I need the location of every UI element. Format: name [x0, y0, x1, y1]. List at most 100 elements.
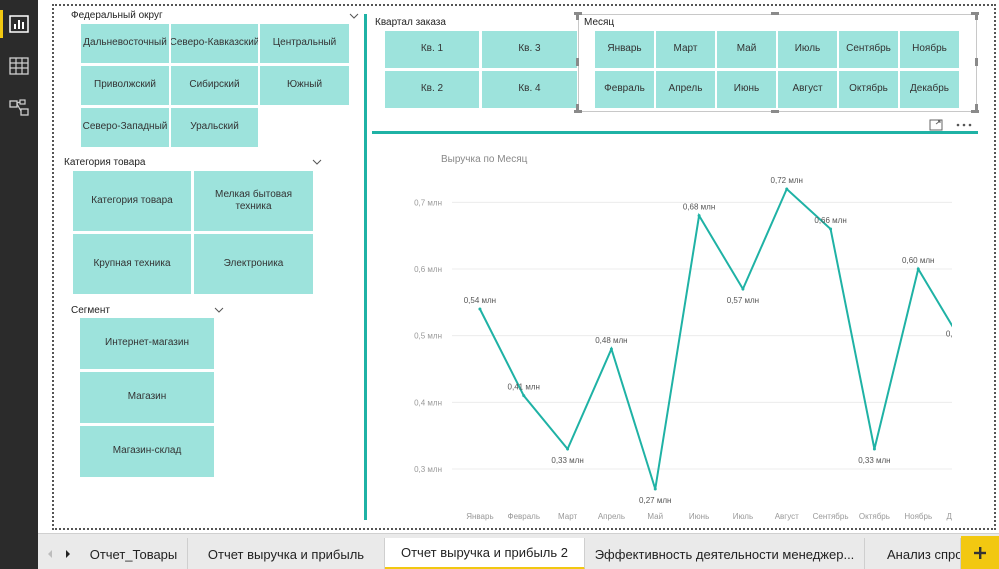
- month-tile[interactable]: Февраль: [595, 71, 654, 108]
- add-page-button[interactable]: [961, 536, 999, 569]
- category-tile[interactable]: Электроника: [194, 234, 313, 294]
- data-point: [566, 447, 570, 451]
- chevron-down-icon[interactable]: [312, 157, 322, 167]
- data-point: [785, 187, 789, 191]
- page-tab-active[interactable]: Отчет выручка и прибыль 2: [385, 538, 585, 569]
- month-tile[interactable]: Июль: [778, 31, 837, 68]
- y-tick-label: 0,5 млн: [414, 332, 442, 341]
- data-view-button[interactable]: [5, 52, 33, 80]
- chevron-down-icon[interactable]: [214, 305, 224, 315]
- y-tick-label: 0,6 млн: [414, 265, 442, 274]
- district-tile[interactable]: Сибирский: [171, 66, 258, 105]
- page-tab[interactable]: Эффективность деятельности менеджер...: [585, 538, 865, 569]
- month-tile[interactable]: Декабрь: [900, 71, 959, 108]
- resize-handle[interactable]: [576, 58, 579, 66]
- resize-handle[interactable]: [975, 58, 978, 66]
- x-tick-label: Сентябрь: [813, 512, 849, 521]
- x-tick-label: Декабрь: [946, 512, 952, 521]
- data-label: 0,48 млн: [595, 336, 627, 345]
- quarter-tile[interactable]: Кв. 3: [482, 31, 577, 68]
- resize-handle[interactable]: [975, 12, 978, 20]
- category-slicer-title: Категория товара: [64, 157, 146, 168]
- category-tile[interactable]: Крупная техника: [73, 234, 191, 294]
- x-tick-label: Февраль: [507, 512, 540, 521]
- district-tile[interactable]: Северо-Западный: [81, 108, 169, 147]
- prev-page-button[interactable]: [40, 538, 60, 569]
- quarter-tile[interactable]: Кв. 4: [482, 71, 577, 108]
- segment-tile[interactable]: Интернет-магазин: [80, 318, 214, 369]
- focus-mode-icon[interactable]: [929, 119, 943, 131]
- resize-handle[interactable]: [771, 12, 779, 15]
- data-point: [653, 487, 657, 491]
- data-label: 0,41 млн: [508, 383, 540, 392]
- month-tile[interactable]: Август: [778, 71, 837, 108]
- data-label: 0,57 млн: [727, 296, 759, 305]
- month-tile[interactable]: Май: [717, 31, 776, 68]
- month-tile[interactable]: Апрель: [656, 71, 715, 108]
- district-tile[interactable]: Приволжский: [81, 66, 169, 105]
- data-point: [522, 394, 526, 398]
- segment-slicer-title: Сегмент: [71, 305, 110, 316]
- plus-icon: [974, 547, 986, 559]
- revenue-line-chart[interactable]: Выручка по Месяц 0,3 млн 0,4 млн 0,5 млн 0,6…: [372, 147, 952, 525]
- district-tile[interactable]: Южный: [260, 66, 349, 105]
- x-tick-label: Август: [775, 512, 799, 521]
- resize-handle[interactable]: [576, 12, 579, 20]
- page-tab[interactable]: Отчет_Товары: [80, 538, 188, 569]
- data-point: [829, 227, 833, 231]
- y-tick-label: 0,4 млн: [414, 398, 442, 407]
- data-label: 0,60 млн: [902, 256, 934, 265]
- x-tick-label: Июнь: [689, 512, 709, 521]
- page-tab[interactable]: Отчет выручка и прибыль: [188, 538, 385, 569]
- report-icon: [9, 15, 29, 33]
- report-view-button[interactable]: [0, 10, 33, 38]
- x-tick-label: Март: [558, 512, 577, 521]
- report-canvas: Федеральный округ Дальневосточный Северо…: [38, 0, 999, 533]
- x-tick-label: Апрель: [598, 512, 625, 521]
- data-label: 0,33 млн: [858, 456, 890, 465]
- district-tile[interactable]: Центральный: [260, 24, 349, 63]
- district-tile[interactable]: Дальневосточный: [81, 24, 169, 63]
- page-tab[interactable]: Анализ спро: [865, 538, 961, 569]
- y-tick-label: 0,7 млн: [414, 198, 442, 207]
- x-tick-label: Январь: [466, 512, 493, 521]
- month-tile[interactable]: Январь: [595, 31, 654, 68]
- data-point: [916, 267, 920, 271]
- quarter-tile[interactable]: Кв. 2: [385, 71, 479, 108]
- district-tile[interactable]: Северо-Кавказский: [171, 24, 258, 63]
- series-line[interactable]: [479, 187, 952, 490]
- app-window: Федеральный округ Дальневосточный Северо…: [0, 0, 999, 569]
- month-tile[interactable]: Ноябрь: [900, 31, 959, 68]
- quarter-tile[interactable]: Кв. 1: [385, 31, 479, 68]
- category-tile[interactable]: Мелкая бытовая техника: [194, 171, 313, 231]
- data-label: 0,54 млн: [464, 296, 496, 305]
- resize-handle[interactable]: [576, 104, 579, 112]
- data-label: 0,66 млн: [814, 216, 846, 225]
- month-tile[interactable]: Март: [656, 31, 715, 68]
- data-point: [697, 214, 701, 218]
- month-tile[interactable]: Июнь: [717, 71, 776, 108]
- y-tick-label: 0,3 млн: [414, 465, 442, 474]
- data-point: [609, 347, 613, 351]
- chart-title: Выручка по Месяц: [441, 154, 528, 165]
- segment-tile[interactable]: Магазин-склад: [80, 426, 214, 477]
- category-tile[interactable]: Категория товара: [73, 171, 191, 231]
- month-tile[interactable]: Сентябрь: [839, 31, 898, 68]
- month-tile[interactable]: Октябрь: [839, 71, 898, 108]
- model-view-button[interactable]: [5, 94, 33, 122]
- x-tick-label: Октябрь: [859, 512, 890, 521]
- page-tab-bar: Отчет_Товары Отчет выручка и прибыль Отч…: [38, 533, 999, 569]
- district-tile[interactable]: Уральский: [171, 108, 258, 147]
- more-options-icon[interactable]: [956, 122, 972, 128]
- horizontal-divider: [372, 131, 978, 134]
- chevron-down-icon[interactable]: [349, 11, 359, 21]
- segment-tile[interactable]: Магазин: [80, 372, 214, 423]
- next-page-button[interactable]: [58, 538, 78, 569]
- month-slicer-title: Месяц: [584, 17, 615, 28]
- resize-handle[interactable]: [771, 110, 779, 113]
- x-tick-label: Ноябрь: [904, 512, 932, 521]
- data-label: 0,49 млн: [946, 329, 952, 338]
- data-point: [741, 287, 745, 291]
- data-label: 0,27 млн: [639, 496, 671, 505]
- resize-handle[interactable]: [975, 104, 978, 112]
